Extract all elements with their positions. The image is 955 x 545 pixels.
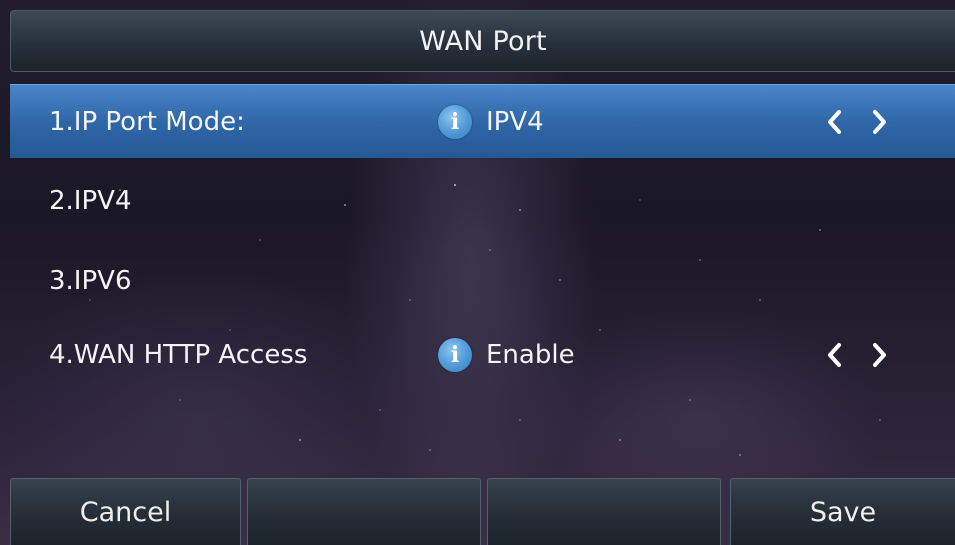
menu-item-label: 4.WAN HTTP Access <box>49 340 308 370</box>
softkey-2-button[interactable] <box>247 478 481 545</box>
chevron-left-icon[interactable] <box>822 105 846 139</box>
menu-item-wan-http-access[interactable]: 4.WAN HTTP Access i Enable <box>10 318 955 392</box>
menu-item-value: IPV4 <box>486 106 544 137</box>
title-bar: WAN Port <box>10 10 955 72</box>
chevron-right-icon[interactable] <box>868 338 892 372</box>
info-icon: i <box>438 104 472 139</box>
menu-item-ipv6[interactable]: 3.IPV6 <box>10 244 955 318</box>
info-icon: i <box>438 338 472 372</box>
softkey-bar: Cancel Save <box>10 478 955 545</box>
page-title: WAN Port <box>419 25 547 57</box>
save-button[interactable]: Save <box>730 478 955 545</box>
cancel-button[interactable]: Cancel <box>10 478 241 545</box>
menu-item-label: 1.IP Port Mode: <box>49 106 245 137</box>
chevron-right-icon[interactable] <box>868 105 892 139</box>
menu-item-label: 3.IPV6 <box>49 266 132 296</box>
menu-item-ip-port-mode[interactable]: 1.IP Port Mode: i IPV4 <box>10 84 955 158</box>
menu-item-label: 2.IPV4 <box>49 186 132 216</box>
phone-screen: WAN Port 1.IP Port Mode: i IPV4 2.IPV4 3… <box>0 0 955 545</box>
chevron-left-icon[interactable] <box>822 338 846 372</box>
softkey-3-button[interactable] <box>487 478 721 545</box>
menu-item-ipv4[interactable]: 2.IPV4 <box>10 164 955 238</box>
menu-item-value: Enable <box>486 340 575 370</box>
